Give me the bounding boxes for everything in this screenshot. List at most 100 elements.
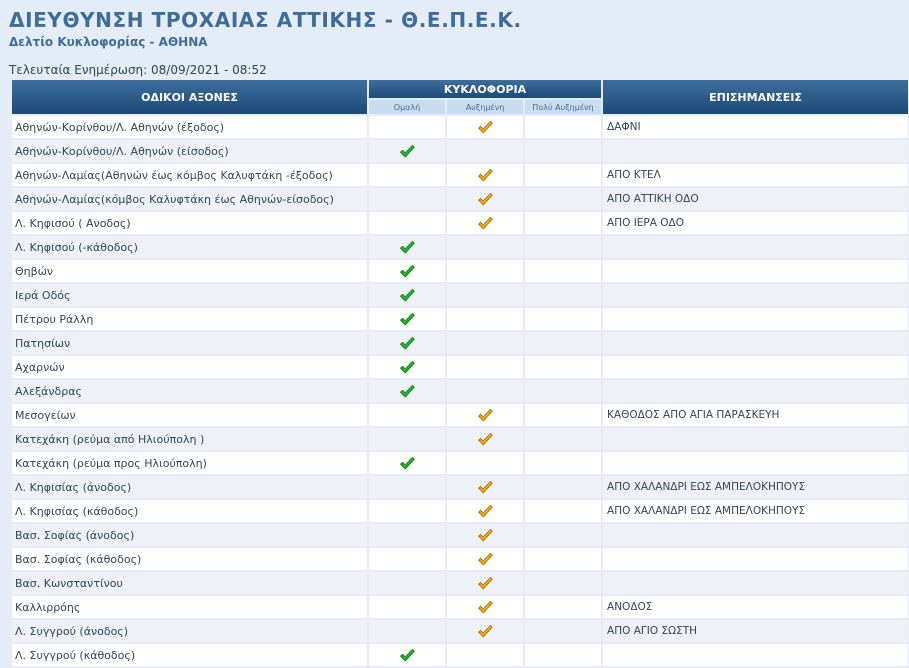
status-cell-very-increased [525,428,602,450]
green-check-icon [400,241,415,254]
status-cell-increased [447,260,523,282]
table-row: Βασ. Σοφίας (κάθοδος) [12,548,909,570]
green-check-icon [400,457,415,470]
status-cell-normal [369,404,445,426]
page-subtitle: Δελτίο Κυκλοφορίας - ΑΘΗΝΑ [9,35,208,49]
status-cell-increased [447,596,523,618]
status-cell-increased [447,572,523,594]
orange-check-icon [478,121,493,134]
status-cell-increased [447,284,523,306]
status-cell-increased [447,548,523,570]
orange-check-icon [478,529,493,542]
last-updated: Τελευταία Ενημέρωση: 08/09/2021 - 08:52 [9,63,267,77]
table-row: Αχαρνών [12,356,909,378]
status-cell-increased [447,212,523,234]
status-cell-normal [369,284,445,306]
status-cell-increased [447,236,523,258]
table-row: Λ. Κηφισίας (άνοδος) ΑΠΟ ΧΑΛΑΝΔΡΙ ΕΩΣ ΑΜΠ… [12,476,909,498]
road-note [603,308,909,330]
status-cell-very-increased [525,308,602,330]
status-cell-increased [447,308,523,330]
road-note [603,452,909,474]
table-row: Πέτρου Ράλλη [12,308,909,330]
status-cell-normal [369,524,445,546]
status-cell-increased [447,356,523,378]
road-note: ΚΑΘΟΔΟΣ ΑΠΟ ΑΓΙΑ ΠΑΡΑΣΚΕΥΗ [603,404,909,426]
table-row: Αθηνών-Κορίνθου/Λ. Αθηνών (είσοδος) [12,140,909,162]
status-cell-increased [447,140,523,162]
road-axis-name: Λ. Κηφισίας (κάθοδος) [12,500,367,522]
table-row: Λ. Κηφισού ( Ανοδος) ΑΠΟ ΙΕΡΑ ΟΔΟ [12,212,909,234]
status-cell-normal [369,644,445,666]
green-check-icon [400,361,415,374]
road-axis-name: Λ. Συγγρού (κάθοδος) [12,644,367,666]
road-axis-name: Βασ. Σοφίας (κάθοδος) [12,548,367,570]
table-row: Μεσογείων ΚΑΘΟΔΟΣ ΑΠΟ ΑΓΙΑ ΠΑΡΑΣΚΕΥΗ [12,404,909,426]
status-cell-very-increased [525,500,602,522]
status-cell-normal [369,140,445,162]
green-check-icon [400,337,415,350]
orange-check-icon [478,217,493,230]
table-row: Αθηνών-Κορίνθου/Λ. Αθηνών (έξοδος) ΔΑΦΝΙ [12,116,909,138]
table-row: Λ. Κηφισού (-κάθοδος) [12,236,909,258]
road-axis-name: Λ. Συγγρού (άνοδος) [12,620,367,642]
road-note [603,284,909,306]
green-check-icon [400,145,415,158]
status-cell-very-increased [525,236,602,258]
status-cell-normal [369,164,445,186]
orange-check-icon [478,625,493,638]
status-cell-normal [369,308,445,330]
status-cell-very-increased [525,524,602,546]
road-axis-name: Πέτρου Ράλλη [12,308,367,330]
status-cell-increased [447,164,523,186]
green-check-icon [400,649,415,662]
status-cell-increased [447,500,523,522]
status-cell-normal [369,380,445,402]
status-cell-very-increased [525,404,602,426]
road-axis-name: Πατησίων [12,332,367,354]
status-cell-very-increased [525,116,602,138]
subheader-normal: Ομαλή [369,100,445,114]
road-axis-name: Λ. Κηφισού (-κάθοδος) [12,236,367,258]
table-row: Κατεχάκη (ρεύμα από Ηλιούπολη ) [12,428,909,450]
orange-check-icon [478,409,493,422]
road-axis-name: Λ. Κηφισού ( Ανοδος) [12,212,367,234]
orange-check-icon [478,601,493,614]
status-cell-very-increased [525,260,602,282]
status-cell-very-increased [525,476,602,498]
status-cell-normal [369,596,445,618]
table-row: Λ. Συγγρού (κάθοδος) [12,644,909,666]
road-note [603,380,909,402]
road-note: ΑΠΟ ΑΤΤΙΚΗ ΟΔΟ [603,188,909,210]
status-cell-normal [369,212,445,234]
road-axis-name: Αθηνών-Κορίνθου/Λ. Αθηνών (είσοδος) [12,140,367,162]
green-check-icon [400,289,415,302]
road-note: ΑΠΟ ΚΤΕΛ [603,164,909,186]
status-cell-normal [369,620,445,642]
orange-check-icon [478,433,493,446]
road-axis-name: Λ. Κηφισίας (άνοδος) [12,476,367,498]
table-row: Αλεξάνδρας [12,380,909,402]
traffic-rows: Αθηνών-Κορίνθου/Λ. Αθηνών (έξοδος) ΔΑΦΝΙ Α… [12,116,909,666]
road-axis-name: Θηβών [12,260,367,282]
road-axis-name: Αθηνών-Λαμίας(κόμβος Καλυφτάκη έως Αθηνώ… [12,188,367,210]
last-updated-value: 08/09/2021 - 08:52 [151,63,267,77]
status-cell-normal [369,116,445,138]
status-cell-very-increased [525,212,602,234]
status-cell-very-increased [525,188,602,210]
status-cell-normal [369,260,445,282]
road-axis-name: Κατεχάκη (ρεύμα από Ηλιούπολη ) [12,428,367,450]
road-axis-name: Βασ. Σοφίας (άνοδος) [12,524,367,546]
status-cell-very-increased [525,332,602,354]
road-axis-name: Αθηνών-Κορίνθου/Λ. Αθηνών (έξοδος) [12,116,367,138]
road-axis-name: Βασ. Κωνσταντίνου [12,572,367,594]
status-cell-very-increased [525,620,602,642]
table-row: Λ. Κηφισίας (κάθοδος) ΑΠΟ ΧΑΛΑΝΔΡΙ ΕΩΣ ΑΜ… [12,500,909,522]
status-cell-very-increased [525,356,602,378]
status-cell-normal [369,356,445,378]
orange-check-icon [478,169,493,182]
status-cell-very-increased [525,548,602,570]
subheader-very-increased: Πολύ Αυξημένη [525,100,602,114]
status-cell-normal [369,500,445,522]
table-row: Βασ. Σοφίας (άνοδος) [12,524,909,546]
